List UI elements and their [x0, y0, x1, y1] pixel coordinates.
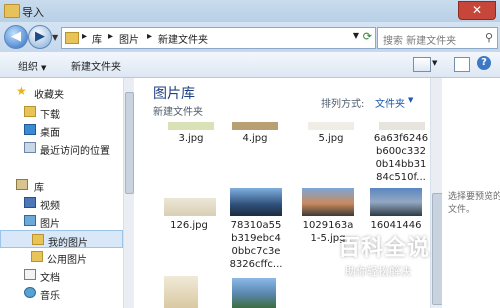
forward-button[interactable]: ▶: [28, 25, 52, 49]
title-bar: 导入 ✕: [0, 0, 500, 22]
recent-places-icon: [24, 142, 36, 153]
documents-icon: [24, 269, 36, 280]
file-name-line: 78310a55: [230, 220, 282, 231]
sidebar-item-label: 音乐: [40, 291, 60, 302]
sidebar-item-label: 我的图片: [48, 238, 88, 249]
thumbnail-image[interactable]: [230, 188, 282, 216]
thumbnail-image[interactable]: [302, 188, 354, 216]
sidebar-item-label: 公用图片: [47, 255, 87, 266]
scrollbar-thumb[interactable]: [125, 92, 134, 194]
file-name[interactable]: 3.jpg: [156, 132, 226, 145]
folder-icon: [4, 4, 20, 18]
help-icon[interactable]: ?: [477, 56, 491, 70]
address-bar[interactable]: ▸ 库 ▸ 图片 ▸ 新建文件夹 ▼ ⟳: [61, 27, 376, 49]
new-folder-button[interactable]: 新建文件夹: [71, 58, 121, 73]
thumbnail-image[interactable]: [232, 122, 278, 130]
back-button[interactable]: ◀: [4, 25, 28, 49]
sidebar-item-label: 最近访问的位置: [40, 146, 110, 157]
breadcrumb-separator[interactable]: ▸: [82, 31, 87, 42]
chevron-down-icon[interactable]: ▼: [432, 59, 437, 67]
sidebar-item-favorites[interactable]: ★ 收藏夹: [0, 83, 123, 101]
file-name[interactable]: 6a63f6246 b600c332 0b14bb31 84c510f...: [366, 132, 430, 184]
sidebar-item-desktop[interactable]: 桌面: [0, 121, 123, 139]
sidebar-item-label: 图片: [40, 219, 60, 230]
file-name[interactable]: 4.jpg: [220, 132, 290, 145]
sidebar-item-my-pictures[interactable]: 我的图片: [0, 230, 123, 249]
search-placeholder: 搜索 新建文件夹: [383, 36, 457, 47]
refresh-icon[interactable]: ⟳: [363, 30, 372, 43]
organize-button[interactable]: 组织 ▼: [18, 58, 46, 73]
search-input[interactable]: 搜索 新建文件夹 ⚲: [377, 27, 498, 49]
sidebar-item-label: 收藏夹: [34, 90, 64, 101]
sidebar-item-label: 文档: [40, 273, 60, 284]
sidebar-item-music[interactable]: 音乐: [0, 284, 123, 302]
file-name-line: b319ebc4: [231, 233, 281, 244]
file-name-line: 84c510f...: [376, 172, 426, 183]
breadcrumb-pictures[interactable]: 图片: [119, 31, 139, 46]
search-icon[interactable]: ⚲: [485, 31, 493, 44]
file-name-line: 8326cffc...: [229, 259, 283, 270]
library-subtitle: 新建文件夹: [153, 107, 203, 118]
desktop-icon: [24, 124, 36, 135]
organize-label: 组织: [18, 62, 38, 73]
thumbnail-image[interactable]: [308, 122, 354, 130]
thumbnail-image[interactable]: [164, 276, 198, 308]
recent-pages-dropdown[interactable]: ▼: [52, 33, 58, 42]
thumbnail-image[interactable]: [168, 122, 214, 130]
breadcrumb-new-folder[interactable]: 新建文件夹: [158, 31, 208, 46]
watermark-subtitle: 助你轻松解决: [345, 265, 411, 278]
breadcrumb-separator[interactable]: ▸: [147, 31, 152, 42]
folder-icon: [32, 234, 44, 245]
preview-message: 选择要预览的文件。: [448, 192, 500, 215]
chevron-down-icon[interactable]: ▼: [353, 31, 359, 40]
library-title: 图片库: [153, 86, 195, 102]
folder-icon: [31, 251, 43, 262]
pictures-icon: [24, 215, 36, 226]
file-name-line: 6a63f6246: [373, 133, 429, 144]
file-name[interactable]: 126.jpg: [154, 219, 224, 232]
music-icon: [24, 287, 36, 298]
star-icon: ★: [16, 84, 27, 98]
command-bar: 组织 ▼ 新建文件夹 ▼ ?: [0, 52, 500, 78]
sidebar-item-videos[interactable]: 视频: [0, 194, 123, 212]
videos-icon: [24, 197, 36, 208]
change-view-icon[interactable]: [413, 57, 431, 72]
navigation-bar: ◀ ▶ ▼ ▸ 库 ▸ 图片 ▸ 新建文件夹 ▼ ⟳ 搜索 新建文件夹 ⚲: [0, 22, 500, 52]
sidebar-item-label: 桌面: [40, 128, 60, 139]
sidebar-item-libraries[interactable]: 库: [0, 176, 123, 194]
preview-pane-icon[interactable]: [454, 57, 470, 72]
close-button[interactable]: ✕: [458, 1, 496, 20]
file-name-line: 0bbc7c3e: [231, 246, 281, 257]
sidebar-item-public-pictures[interactable]: 公用图片: [0, 248, 123, 266]
sidebar-item-documents[interactable]: 文档: [0, 266, 123, 284]
folder-icon: [65, 32, 79, 44]
sidebar-item-label: 下载: [40, 110, 60, 121]
sidebar-item-label: 库: [34, 183, 44, 194]
sidebar-scrollbar[interactable]: [123, 78, 134, 308]
sidebar-item-label: 视频: [40, 201, 60, 212]
file-name-line: 0b14bb31: [375, 159, 427, 170]
file-name[interactable]: 78310a55 b319ebc4 0bbc7c3e 8326cffc...: [221, 219, 291, 271]
thumbnail-image[interactable]: [379, 122, 425, 130]
watermark-title: 百科全说: [338, 236, 431, 261]
thumbnail-image[interactable]: [232, 278, 276, 308]
sidebar-item-recent-places[interactable]: 最近访问的位置: [0, 139, 123, 157]
arrange-by-dropdown[interactable]: 文件夹: [375, 95, 405, 110]
file-name-line: b600c332: [375, 146, 427, 157]
file-name[interactable]: 5.jpg: [296, 132, 366, 145]
arrange-by-label: 排列方式:: [321, 99, 365, 110]
chevron-down-icon[interactable]: ▼: [408, 96, 413, 104]
breadcrumb-libraries[interactable]: 库: [92, 31, 102, 46]
thumbnail-image[interactable]: [370, 188, 422, 216]
sidebar-item-pictures[interactable]: 图片: [0, 212, 123, 230]
watermark: 百科全说 助你轻松解决: [338, 230, 464, 286]
thumbnail-image[interactable]: [164, 198, 216, 216]
sidebar-item-downloads[interactable]: 下载: [0, 103, 123, 121]
breadcrumb-separator[interactable]: ▸: [108, 31, 113, 42]
libraries-icon: [16, 179, 28, 190]
window-title: 导入: [22, 6, 44, 19]
navigation-pane: ★ 收藏夹 下载 桌面 最近访问的位置 库 视频 图片 我的图片 公用图片 文档…: [0, 78, 124, 308]
chevron-down-icon: ▼: [41, 64, 47, 72]
downloads-folder-icon: [24, 106, 36, 117]
